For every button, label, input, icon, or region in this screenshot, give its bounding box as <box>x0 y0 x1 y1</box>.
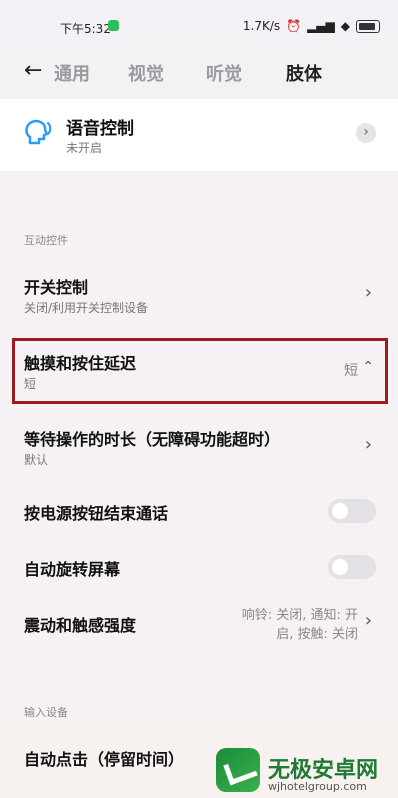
network-speed: 1.7K/s <box>242 19 281 33</box>
auto-rotate-row[interactable]: 自动旋转屏幕 <box>0 542 398 592</box>
switch-control-row[interactable]: 开关控制 关闭/利用开关控制设备 › <box>0 264 398 324</box>
voice-control-title: 语音控制 <box>66 119 134 139</box>
tab-vision[interactable]: 视觉 <box>128 60 164 86</box>
power-end-call-row[interactable]: 按电源按钮结束通话 <box>0 486 398 536</box>
vibration-value-line1: 响铃: 关闭, 通知: 开 <box>241 608 358 623</box>
switch-control-title: 开关控制 <box>24 278 89 297</box>
voice-control-row[interactable]: 语音控制 未开启 › <box>0 99 398 171</box>
vibration-title: 震动和触感强度 <box>24 616 137 635</box>
watermark: 无极安卓网 wjhotelgroup.com <box>210 740 398 798</box>
chevron-right-icon: › <box>364 282 372 303</box>
call-icon <box>108 20 119 31</box>
wait-time-title: 等待操作的时长（无障碍功能超时） <box>24 430 281 449</box>
chevron-right-icon: › <box>364 610 372 631</box>
status-right: 1.7K/s ⏰ ▂▄▆ ◆ <box>243 19 380 33</box>
auto-rotate-toggle[interactable] <box>328 555 376 579</box>
wait-time-subtitle: 默认 <box>24 453 49 467</box>
chevron-right-icon: › <box>356 123 376 143</box>
voice-head-icon <box>25 119 52 145</box>
tab-hearing[interactable]: 听觉 <box>206 60 242 86</box>
vibration-value-line2: 启, 按触: 关闭 <box>276 627 358 642</box>
chevron-right-icon: › <box>364 434 372 455</box>
back-arrow-icon[interactable]: ← <box>24 58 42 83</box>
watermark-logo-icon <box>216 748 260 792</box>
wifi-icon: ◆ <box>340 19 350 33</box>
status-time: 下午5:32 <box>60 22 111 36</box>
alarm-icon: ⏰ <box>286 19 302 33</box>
switch-control-subtitle: 关闭/利用开关控制设备 <box>24 301 149 315</box>
watermark-url: wjhotelgroup.com <box>268 780 367 793</box>
power-end-call-title: 按电源按钮结束通话 <box>24 504 169 523</box>
tab-bar: ← 通用 视觉 听觉 肢体 <box>0 52 398 92</box>
wait-time-row[interactable]: 等待操作的时长（无障碍功能超时） 默认 › <box>0 416 398 476</box>
auto-click-title: 自动点击（停留时间） <box>24 750 185 769</box>
tab-general[interactable]: 通用 <box>54 60 90 86</box>
tab-physical[interactable]: 肢体 <box>286 60 322 86</box>
vibration-row[interactable]: 震动和触感强度 响铃: 关闭, 通知: 开 启, 按触: 关闭 › <box>0 598 398 648</box>
auto-rotate-title: 自动旋转屏幕 <box>24 560 121 579</box>
signal-icon: ▂▄▆ <box>307 19 335 33</box>
highlight-box <box>12 338 388 404</box>
section-header-input: 输入设备 <box>24 706 68 719</box>
battery-icon <box>356 19 380 33</box>
voice-control-status: 未开启 <box>66 141 103 155</box>
power-end-call-toggle[interactable] <box>328 499 376 523</box>
section-header-interaction: 互动控件 <box>24 234 68 247</box>
status-bar: 下午5:32 1.7K/s ⏰ ▂▄▆ ◆ <box>0 0 398 52</box>
